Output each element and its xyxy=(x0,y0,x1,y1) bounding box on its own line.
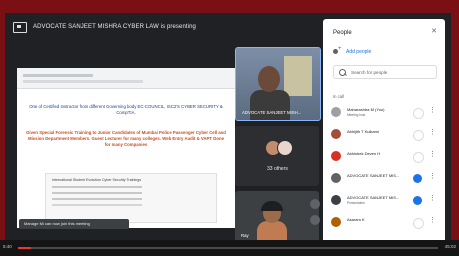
duration-time: 45:02 xyxy=(444,244,456,249)
slide-text-1: One of Certified Instructor from differe… xyxy=(29,104,223,115)
participant-video xyxy=(258,66,280,92)
close-icon[interactable]: ✕ xyxy=(431,28,437,36)
presenting-label: ADVOCATE SANJEET MISHRA CYBER LAW is pre… xyxy=(33,24,196,30)
more-options-icon[interactable]: ⋮ xyxy=(429,216,436,226)
video-seek-bar[interactable]: 5:40 45:02 xyxy=(0,240,459,256)
search-placeholder: Search for people xyxy=(351,69,388,75)
participant-tile-ray[interactable]: Ray xyxy=(235,191,319,243)
avatar xyxy=(331,151,341,161)
more-options-icon[interactable]: ⋮ xyxy=(429,172,436,182)
present-screen-icon xyxy=(13,21,27,33)
add-people-button[interactable]: Add people xyxy=(333,46,372,55)
mic-icon[interactable] xyxy=(413,174,422,183)
avatar xyxy=(331,195,341,205)
mic-icon[interactable] xyxy=(413,152,424,163)
avatar xyxy=(277,140,293,156)
shared-screen: One of Certified Instructor from differe… xyxy=(17,68,235,228)
more-options-icon[interactable]: ⋮ xyxy=(429,128,436,138)
presenting-bar: ADVOCATE SANJEET MISHRA CYBER LAW is pre… xyxy=(5,13,318,41)
panel-title: People xyxy=(333,30,352,36)
slide-card-title: International Student Evolution Cyber Se… xyxy=(52,178,142,182)
avatar xyxy=(331,217,341,227)
mic-icon[interactable] xyxy=(413,130,424,141)
slide-browser-bar xyxy=(17,68,235,89)
tile-name-label: Ray xyxy=(241,233,249,238)
progress-fill xyxy=(18,247,31,249)
in-call-header: In call xyxy=(333,94,344,99)
participant-row[interactable]: Abhijith T Kulkarni ⋮ xyxy=(331,125,439,145)
elapsed-time: 5:40 xyxy=(3,244,12,249)
join-notification[interactable]: Manage Mi can now join this meeting xyxy=(19,219,129,229)
more-options-icon[interactable]: ⋮ xyxy=(429,194,436,204)
mic-icon[interactable] xyxy=(413,218,424,229)
people-panel: People ✕ Add people Search for people In… xyxy=(323,19,445,243)
participant-row[interactable]: Asaram K ⋮ xyxy=(331,213,439,233)
participant-row[interactable]: Abhishek Deven H ⋮ xyxy=(331,147,439,167)
participant-row[interactable]: ADVOCATE SANJEET MIS... Presentation ⋮ xyxy=(331,191,439,211)
mic-icon[interactable] xyxy=(413,108,424,119)
avatar xyxy=(331,107,341,117)
tile-more-icon[interactable] xyxy=(310,199,320,209)
meeting-window: ADVOCATE SANJEET MISHRA CYBER LAW is pre… xyxy=(5,13,451,249)
others-tile[interactable]: 33 others xyxy=(235,126,319,186)
search-input[interactable]: Search for people xyxy=(333,65,437,79)
others-count: 33 others xyxy=(267,166,288,172)
avatar xyxy=(331,173,341,183)
more-options-icon[interactable]: ⋮ xyxy=(429,106,436,116)
mic-icon[interactable] xyxy=(413,196,422,205)
participant-row[interactable]: Maharashtra M (You) Meeting host ⋮ xyxy=(331,103,439,123)
participant-row[interactable]: ADVOCATE SANJEET MIS... ⋮ xyxy=(331,169,439,189)
more-options-icon[interactable]: ⋮ xyxy=(429,150,436,160)
tile-mic-icon[interactable] xyxy=(310,215,320,225)
participant-tile-presenter[interactable]: ADVOCATE SANJEET MISH... xyxy=(235,47,321,121)
slide-text-2: Given Special Forensic Training to Junio… xyxy=(26,130,226,147)
add-people-label: Add people xyxy=(346,49,372,55)
slide-inner-card: International Student Evolution Cyber Se… xyxy=(45,173,217,223)
tile-name-label: ADVOCATE SANJEET MISH... xyxy=(242,110,302,115)
add-person-icon xyxy=(333,46,342,55)
progress-track[interactable] xyxy=(18,247,438,249)
search-icon xyxy=(339,68,346,76)
avatar xyxy=(331,129,341,139)
